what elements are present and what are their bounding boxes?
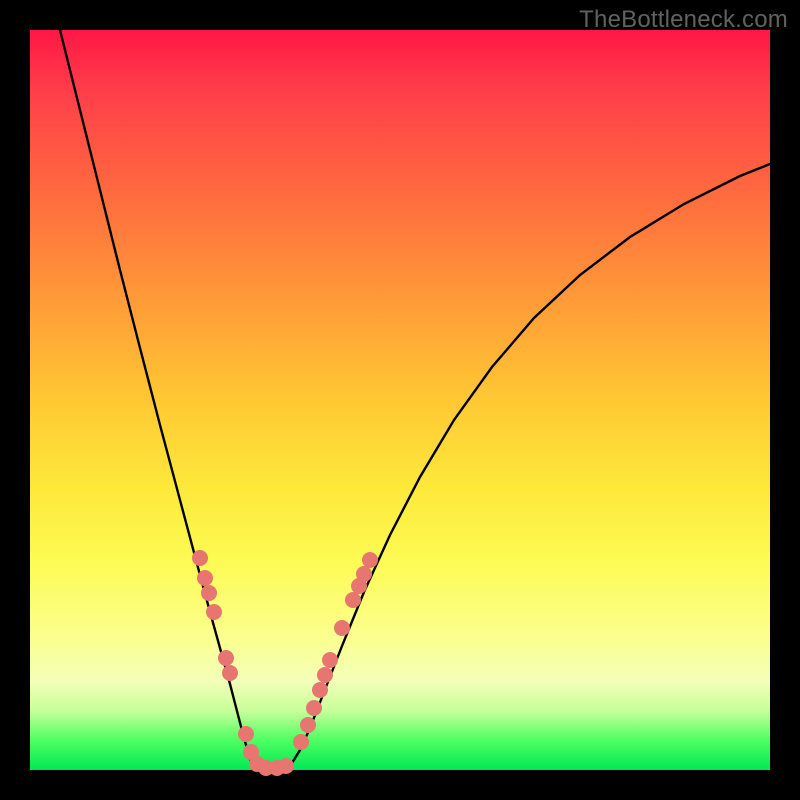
highlight-dot (334, 620, 350, 636)
highlight-dot (222, 665, 238, 681)
highlight-dot (206, 604, 222, 620)
highlight-dot (300, 717, 316, 733)
chart-svg (30, 30, 770, 770)
bottleneck-curve (60, 30, 770, 770)
highlight-dot (317, 667, 333, 683)
highlight-dot (238, 726, 254, 742)
highlight-dots-group (192, 550, 378, 776)
chart-frame (30, 30, 770, 770)
highlight-dot (322, 652, 338, 668)
highlight-dot (312, 682, 328, 698)
highlight-dot (356, 566, 372, 582)
highlight-dot (293, 734, 309, 750)
highlight-dot (362, 552, 378, 568)
highlight-dot (278, 758, 294, 774)
highlight-dot (197, 570, 213, 586)
highlight-dot (218, 650, 234, 666)
highlight-dot (192, 550, 208, 566)
watermark-text: TheBottleneck.com (579, 6, 788, 34)
highlight-dot (345, 592, 361, 608)
highlight-dot (201, 585, 217, 601)
highlight-dot (306, 700, 322, 716)
